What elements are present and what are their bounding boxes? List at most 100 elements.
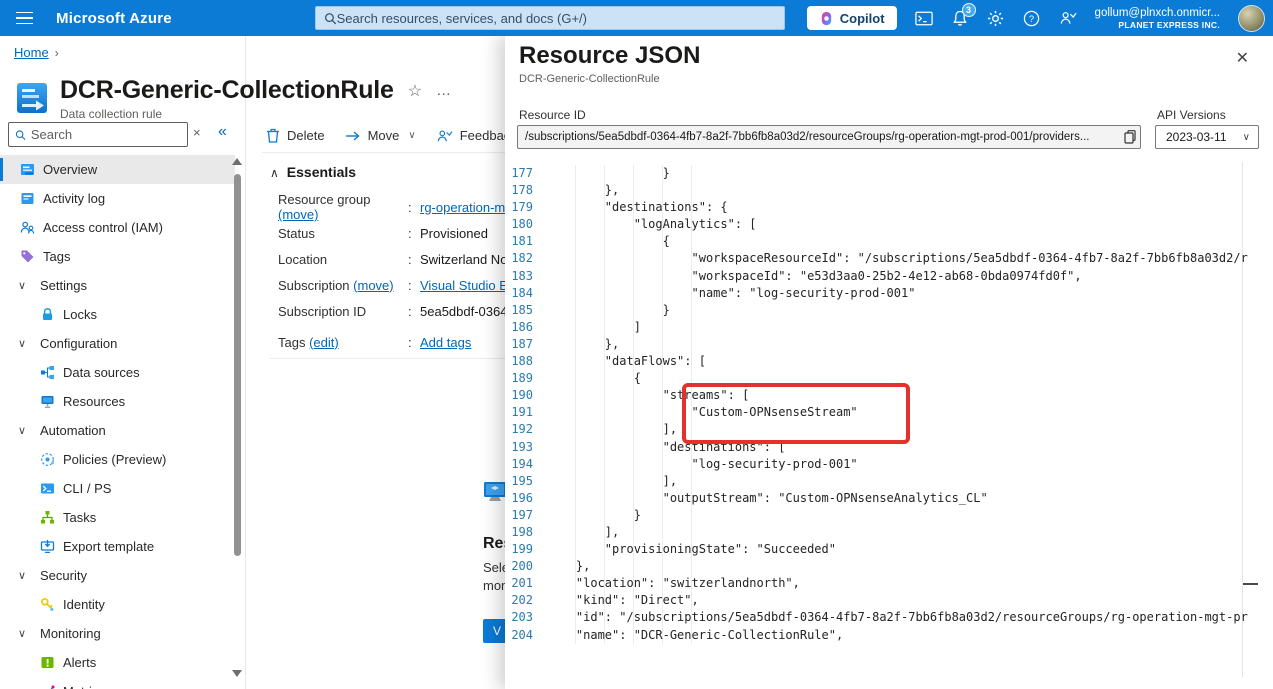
sidebar-item-tasks[interactable]: Tasks	[0, 503, 235, 532]
code-line: 189 {	[505, 370, 1273, 387]
help-icon[interactable]: ?	[1023, 9, 1041, 27]
account-organization: PLANET EXPRESS INC.	[1095, 20, 1220, 31]
breadcrumb: Home›	[14, 45, 59, 60]
api-version-select[interactable]: 2023-03-11 ∨	[1155, 125, 1259, 149]
line-text: ]	[547, 319, 641, 336]
line-text: },	[547, 558, 590, 575]
code-line: 202 "kind": "Direct",	[505, 592, 1273, 609]
code-line: 203 "id": "/subscriptions/5ea5dbdf-0364-…	[505, 609, 1273, 626]
sidebar-item-label: CLI / PS	[63, 481, 111, 496]
svg-text:?: ?	[1029, 13, 1034, 24]
delete-button[interactable]: Delete	[260, 125, 331, 146]
sidebar-item-resources[interactable]: Resources	[0, 387, 235, 416]
policies-icon	[40, 452, 55, 467]
copilot-button[interactable]: Copilot	[807, 6, 897, 30]
sidebar-nav: OverviewActivity log Access control (IAM)…	[0, 155, 235, 689]
sidebar-search[interactable]	[8, 122, 188, 147]
sidebar-item-label: Policies (Preview)	[63, 452, 166, 467]
essentials-label: Subscription (move)	[278, 278, 408, 293]
global-search[interactable]	[315, 6, 785, 30]
code-line: 200 },	[505, 558, 1273, 575]
sidebar-item-security[interactable]: ∨Security	[0, 561, 235, 590]
sidebar-item-tags[interactable]: Tags	[0, 242, 235, 271]
line-number: 187	[505, 336, 547, 353]
essentials-row: Subscription ID:5ea5dbdf-0364-4	[278, 298, 526, 324]
hamburger-menu-icon[interactable]	[0, 0, 48, 36]
sidebar-item-activity-log[interactable]: Activity log	[0, 184, 235, 213]
code-line: 190 "streams": [	[505, 387, 1273, 404]
sidebar-item-monitoring[interactable]: ∨Monitoring	[0, 619, 235, 648]
essentials-value: rg-operation-mgt	[420, 200, 516, 215]
essentials-label-link[interactable]: (move)	[278, 207, 318, 222]
code-line: 185 }	[505, 302, 1273, 319]
notifications-bell-icon[interactable]: 3	[951, 9, 969, 27]
sidebar-item-label: Metrics	[63, 684, 105, 689]
colon: :	[408, 278, 420, 293]
breadcrumb-home-link[interactable]: Home	[14, 45, 49, 60]
code-line: 180 "logAnalytics": [	[505, 216, 1273, 233]
close-icon[interactable]: ✕	[1236, 48, 1249, 68]
sidebar-scrollbar[interactable]	[234, 174, 241, 556]
sidebar-item-metrics[interactable]: Metrics	[0, 677, 235, 689]
feedback-icon[interactable]	[1059, 9, 1077, 27]
code-line: 194 "log-security-prod-001"	[505, 456, 1273, 473]
panel-subtitle: DCR-Generic-CollectionRule	[519, 73, 660, 85]
code-line: 195 ],	[505, 473, 1273, 490]
sidebar-item-label: Automation	[40, 423, 106, 438]
essentials-header[interactable]: ∧Essentials	[270, 164, 356, 180]
sidebar-item-access-control-iam[interactable]: Access control (IAM)	[0, 213, 235, 242]
export-template-icon	[40, 539, 55, 554]
line-text: "provisioningState": "Succeeded"	[547, 541, 836, 558]
essentials-value-link[interactable]: rg-operation-mgt	[420, 200, 516, 215]
avatar[interactable]	[1238, 5, 1265, 32]
scrollbar-down-arrow[interactable]	[232, 670, 242, 677]
copilot-icon	[819, 11, 834, 26]
favorite-star-icon[interactable]: ☆	[408, 81, 422, 101]
collapse-sidebar-icon[interactable]: «	[218, 123, 227, 141]
essentials-label-link[interactable]: (move)	[353, 278, 393, 293]
essentials-rows: Resource group (move):rg-operation-mgtSt…	[278, 194, 526, 355]
sidebar-search-input[interactable]	[31, 127, 181, 142]
tasks-icon	[40, 510, 55, 525]
essentials-label-link[interactable]: (edit)	[309, 335, 339, 350]
line-text: ],	[547, 473, 677, 490]
scrollbar-up-arrow[interactable]	[232, 158, 242, 165]
activity-log-icon	[20, 191, 35, 206]
delete-trash-icon	[266, 128, 280, 143]
page-subtitle: Data collection rule	[60, 107, 452, 121]
copy-icon[interactable]	[1120, 130, 1140, 144]
settings-gear-icon[interactable]	[987, 9, 1005, 27]
resource-id-input[interactable]	[518, 131, 1120, 143]
sidebar-item-settings[interactable]: ∨Settings	[0, 271, 235, 300]
code-lines: 177 }178 },179 "destinations": {180 "log…	[505, 165, 1273, 644]
essentials-value-link[interactable]: Add tags	[420, 335, 471, 350]
code-line: 204 "name": "DCR-Generic-CollectionRule"…	[505, 627, 1273, 644]
sidebar-item-export-template[interactable]: Export template	[0, 532, 235, 561]
line-text: "dataFlows": [	[547, 353, 706, 370]
page-title: DCR-Generic-CollectionRule	[60, 76, 394, 105]
sidebar-item-data-sources[interactable]: Data sources	[0, 358, 235, 387]
sidebar-item-automation[interactable]: ∨Automation	[0, 416, 235, 445]
line-number: 204	[505, 627, 547, 644]
sidebar-item-alerts[interactable]: Alerts	[0, 648, 235, 677]
line-text: "location": "switzerlandnorth",	[547, 575, 800, 592]
sidebar-item-locks[interactable]: Locks	[0, 300, 235, 329]
cloud-shell-icon[interactable]	[915, 9, 933, 27]
overview-icon	[20, 162, 35, 177]
json-code-editor[interactable]: 177 }178 },179 "destinations": {180 "log…	[505, 162, 1273, 689]
move-button[interactable]: Move ∨	[339, 125, 422, 146]
top-bar: Microsoft Azure Copilot 3 ? gollum@plnxc…	[0, 0, 1273, 36]
essentials-value: Add tags	[420, 335, 471, 350]
clear-search-icon[interactable]: ×	[193, 125, 201, 140]
sidebar-item-identity[interactable]: Identity	[0, 590, 235, 619]
sidebar-item-label: Access control (IAM)	[43, 220, 163, 235]
more-options-icon[interactable]: …	[436, 82, 452, 99]
collapse-chevron-icon: ∧	[270, 166, 279, 180]
sidebar-item-cli-ps[interactable]: CLI / PS	[0, 474, 235, 503]
sidebar-item-overview[interactable]: Overview	[0, 155, 235, 184]
sidebar-item-configuration[interactable]: ∨Configuration	[0, 329, 235, 358]
sidebar-item-policies-preview[interactable]: Policies (Preview)	[0, 445, 235, 474]
account-menu[interactable]: gollum@plnxch.onmicr... PLANET EXPRESS I…	[1095, 6, 1220, 31]
azure-brand[interactable]: Microsoft Azure	[56, 10, 172, 27]
global-search-input[interactable]	[337, 11, 776, 26]
